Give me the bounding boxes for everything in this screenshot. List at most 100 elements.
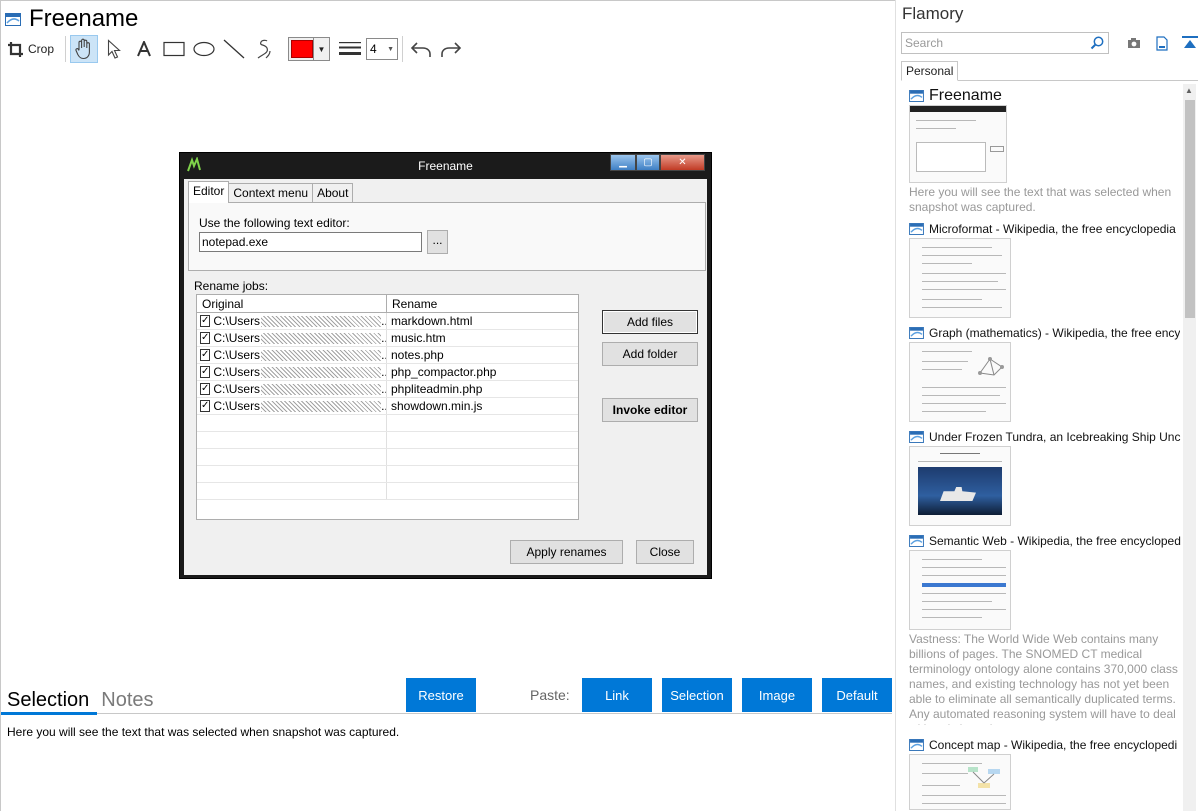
tab-personal[interactable]: Personal [901, 61, 959, 81]
window-body: Editor Context menu About Use the follow… [184, 179, 707, 575]
empty-cell [387, 415, 577, 431]
table-row[interactable]: ✓C:\Users... phpliteadmin.php [197, 381, 578, 398]
snapshot-item[interactable]: Freename Here you will see the text that… [909, 88, 1181, 215]
color-picker[interactable]: ▼ [288, 37, 330, 61]
apply-renames-button[interactable]: Apply renames [510, 540, 623, 564]
checkbox-checked-icon[interactable]: ✓ [200, 349, 211, 361]
tab-selection[interactable]: Selection [7, 689, 89, 712]
hand-tool-button[interactable] [70, 35, 98, 63]
search-icon[interactable] [1090, 36, 1104, 50]
restore-button[interactable]: Restore [406, 678, 476, 712]
table-row[interactable]: ✓C:\Users... notes.php [197, 347, 578, 364]
rename-cell: showdown.min.js [391, 399, 483, 413]
sidebar-scrollbar[interactable]: ▲ [1183, 84, 1196, 811]
snapshot-thumbnail[interactable] [909, 446, 1011, 526]
paste-selection-button[interactable]: Selection [662, 678, 732, 712]
snapshot-thumbnail[interactable] [909, 342, 1011, 422]
snapshot-item[interactable]: Semantic Web - Wikipedia, the free encyc… [909, 533, 1181, 725]
original-path: C:\Users... [213, 314, 386, 328]
original-path: C:\Users... [213, 365, 386, 379]
empty-cell [197, 432, 387, 448]
snapshot-thumbnail[interactable] [909, 105, 1007, 183]
browse-button[interactable]: ... [427, 230, 448, 254]
camera-icon[interactable] [1120, 34, 1148, 52]
table-row[interactable]: ✓C:\Users... music.htm [197, 330, 578, 347]
snapshot-item[interactable]: Concept map - Wikipedia, the free encycl… [909, 737, 1181, 810]
original-cell: ✓C:\Users... [197, 313, 387, 329]
line-width-value: 4 [370, 42, 377, 56]
snapshot-icon [909, 327, 924, 339]
add-folder-button[interactable]: Add folder [602, 342, 698, 366]
column-rename[interactable]: Rename [387, 295, 577, 312]
column-original[interactable]: Original [197, 295, 387, 312]
snapshot-item[interactable]: Under Frozen Tundra, an Icebreaking Ship… [909, 429, 1181, 526]
text-tool-button[interactable] [130, 35, 158, 63]
paste-image-button[interactable]: Image [742, 678, 812, 712]
ellipse-icon [193, 41, 215, 57]
ellipse-tool-button[interactable] [190, 35, 218, 63]
selection-notes-tabs: Selection Notes [7, 684, 166, 712]
empty-row [197, 415, 578, 432]
close-icon[interactable]: ✕ [660, 154, 705, 171]
empty-cell [197, 415, 387, 431]
captured-window: Freename ▁ ▢ ✕ Editor Context menu About… [179, 152, 712, 579]
editor-field[interactable]: notepad.exe [199, 232, 422, 252]
rename-jobs-label: Rename jobs: [194, 279, 269, 293]
rename-cell: php_compactor.php [391, 365, 497, 379]
empty-cell [197, 466, 387, 482]
checkbox-checked-icon[interactable]: ✓ [200, 366, 211, 378]
search-input[interactable]: Search [901, 32, 1109, 54]
table-row[interactable]: ✓C:\Users... showdown.min.js [197, 398, 578, 415]
rectangle-tool-button[interactable] [160, 35, 188, 63]
crop-button[interactable]: Crop [5, 35, 59, 63]
snapshot-item[interactable]: Microformat - Wikipedia, the free encycl… [909, 221, 1181, 318]
tab-editor[interactable]: Editor [188, 181, 230, 203]
snapshot-header: Graph (mathematics) - Wikipedia, the fre… [909, 325, 1181, 341]
add-files-button[interactable]: Add files [602, 310, 698, 334]
original-cell: ✓C:\Users... [197, 364, 387, 380]
minimize-icon[interactable]: ▁ [610, 154, 636, 171]
tab-context-menu[interactable]: Context menu [228, 183, 314, 203]
snapshot-title: Under Frozen Tundra, an Icebreaking Ship… [929, 430, 1181, 444]
snapshot-item[interactable]: Graph (mathematics) - Wikipedia, the fre… [909, 325, 1181, 422]
paste-default-button[interactable]: Default [822, 678, 892, 712]
original-cell: ✓C:\Users... [197, 398, 387, 414]
empty-cell [387, 466, 577, 482]
scroll-up-icon[interactable]: ▲ [1185, 86, 1193, 95]
snapshot-thumbnail[interactable] [909, 754, 1011, 810]
chevron-down-icon[interactable]: ▼ [313, 38, 329, 60]
scrollbar-thumb[interactable] [1185, 100, 1195, 318]
close-button[interactable]: Close [636, 540, 694, 564]
table-row[interactable]: ✓C:\Users... php_compactor.php [197, 364, 578, 381]
paste-link-button[interactable]: Link [582, 678, 652, 712]
tab-about[interactable]: About [312, 183, 354, 203]
maximize-icon[interactable]: ▢ [636, 154, 660, 171]
checkbox-checked-icon[interactable]: ✓ [200, 383, 211, 395]
table-row[interactable]: ✓C:\Users... markdown.html [197, 313, 578, 330]
select-tool-button[interactable] [100, 35, 128, 63]
line-tool-button[interactable] [220, 35, 248, 63]
window-controls: ▁ ▢ ✕ [610, 154, 705, 171]
checkbox-checked-icon[interactable]: ✓ [200, 400, 211, 412]
invoke-editor-button[interactable]: Invoke editor [602, 398, 698, 422]
snapshot-description: Vastness: The World Wide Web contains ma… [909, 632, 1178, 725]
redo-button[interactable] [437, 35, 465, 63]
tab-notes[interactable]: Notes [101, 689, 153, 712]
empty-cell [387, 449, 577, 465]
redacted-path [261, 366, 382, 378]
document-icon[interactable] [1148, 34, 1176, 52]
text-icon [137, 41, 151, 57]
checkbox-checked-icon[interactable]: ✓ [200, 332, 211, 344]
collapse-up-icon[interactable] [1176, 34, 1198, 52]
snapshot-thumbnail[interactable] [909, 238, 1011, 318]
line-width-select[interactable]: 4 ▼ [366, 38, 398, 60]
snapshot-title: Microformat - Wikipedia, the free encycl… [929, 222, 1176, 236]
search-placeholder: Search [905, 36, 944, 50]
freehand-tool-button[interactable] [250, 35, 278, 63]
line-width-button[interactable] [336, 35, 364, 63]
undo-button[interactable] [407, 35, 435, 63]
pointer-icon [107, 39, 121, 59]
rename-jobs-table: Original Rename ✓C:\Users...markdown.htm… [196, 294, 579, 520]
checkbox-checked-icon[interactable]: ✓ [200, 315, 211, 327]
snapshot-thumbnail[interactable] [909, 550, 1011, 630]
